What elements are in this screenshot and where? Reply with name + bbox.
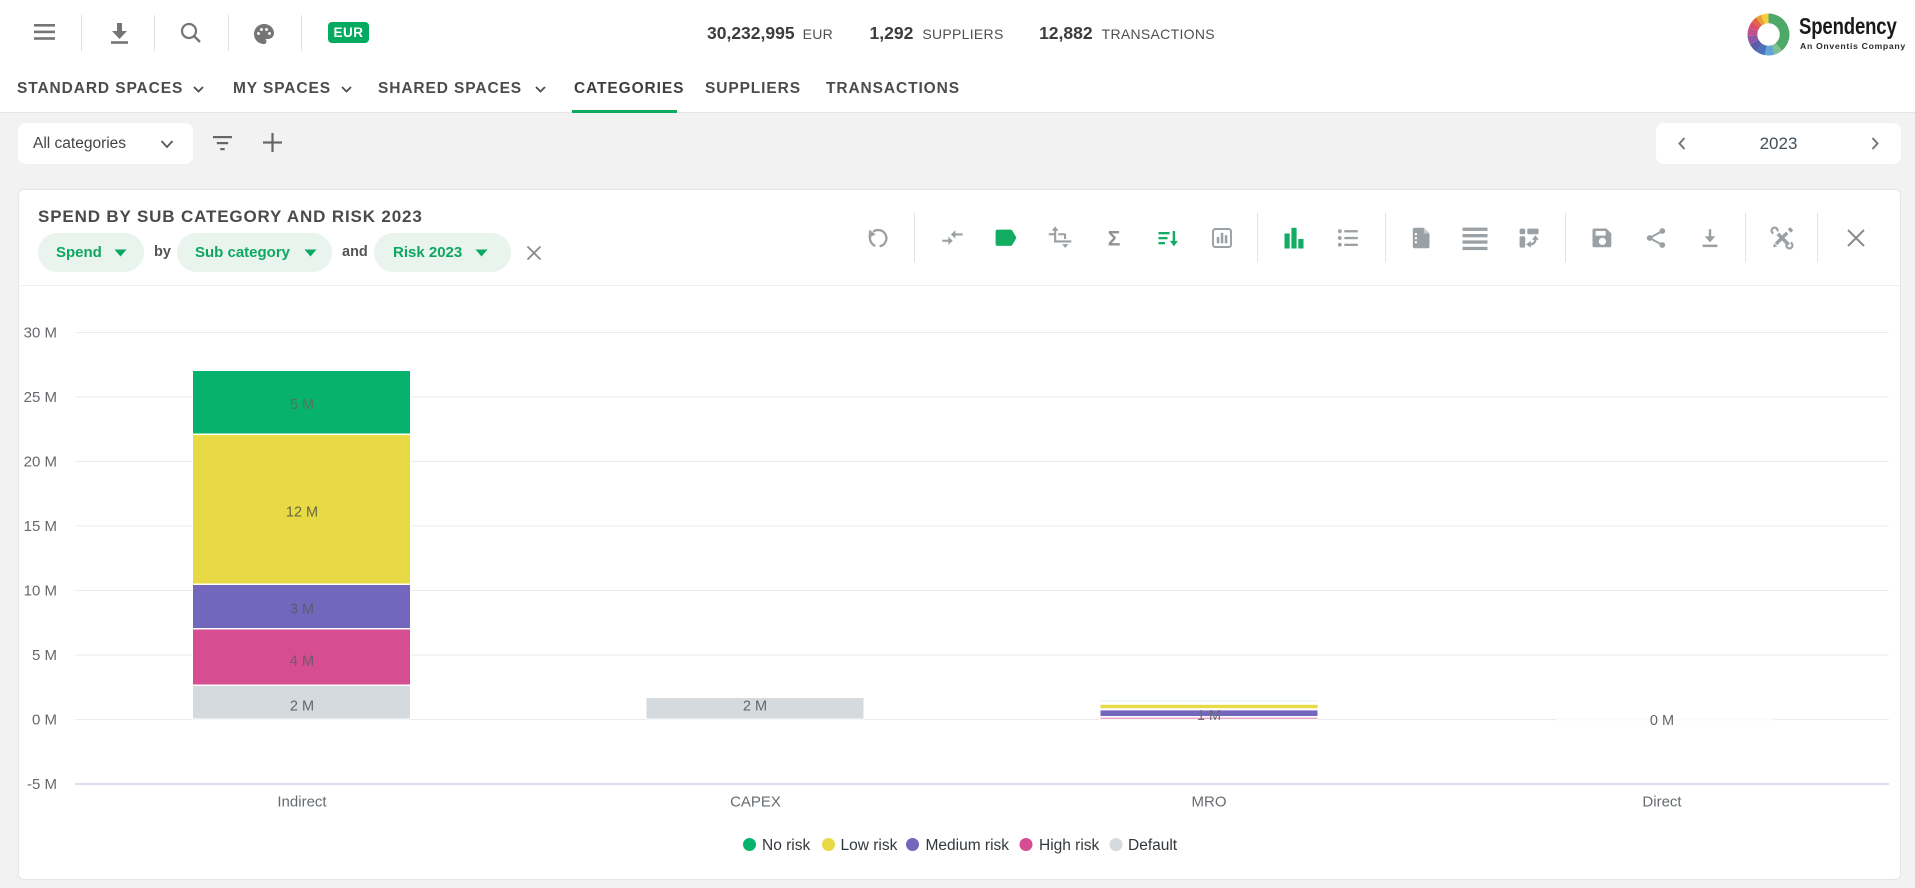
svg-text:MRO: MRO	[1192, 794, 1227, 811]
svg-text:High risk: High risk	[1039, 837, 1100, 854]
svg-text:15 M: 15 M	[24, 518, 57, 535]
svg-text:5 M: 5 M	[290, 397, 314, 413]
svg-text:-5 M: -5 M	[27, 776, 57, 793]
svg-text:0 M: 0 M	[1650, 713, 1674, 729]
svg-text:Medium risk: Medium risk	[926, 837, 1010, 854]
svg-text:Low risk: Low risk	[841, 837, 898, 854]
svg-text:5 M: 5 M	[32, 647, 57, 664]
svg-text:20 M: 20 M	[24, 454, 57, 471]
svg-text:12 M: 12 M	[286, 505, 318, 521]
svg-text:2 M: 2 M	[290, 699, 314, 715]
svg-text:Σ: Σ	[1108, 228, 1121, 251]
svg-text:CAPEX: CAPEX	[730, 794, 781, 811]
svg-text:2 M: 2 M	[743, 699, 767, 715]
svg-text:Indirect: Indirect	[277, 794, 327, 811]
svg-text:Default: Default	[1128, 837, 1178, 854]
svg-text:Direct: Direct	[1642, 794, 1682, 811]
svg-text:0 M: 0 M	[32, 712, 57, 729]
svg-text:3 M: 3 M	[290, 602, 314, 618]
svg-text:No risk: No risk	[762, 837, 810, 854]
svg-text:4 M: 4 M	[290, 654, 314, 670]
svg-text:30 M: 30 M	[24, 325, 57, 342]
svg-text:25 M: 25 M	[24, 389, 57, 406]
svg-text:1 M: 1 M	[1197, 708, 1221, 724]
svg-text:10 M: 10 M	[24, 583, 57, 600]
